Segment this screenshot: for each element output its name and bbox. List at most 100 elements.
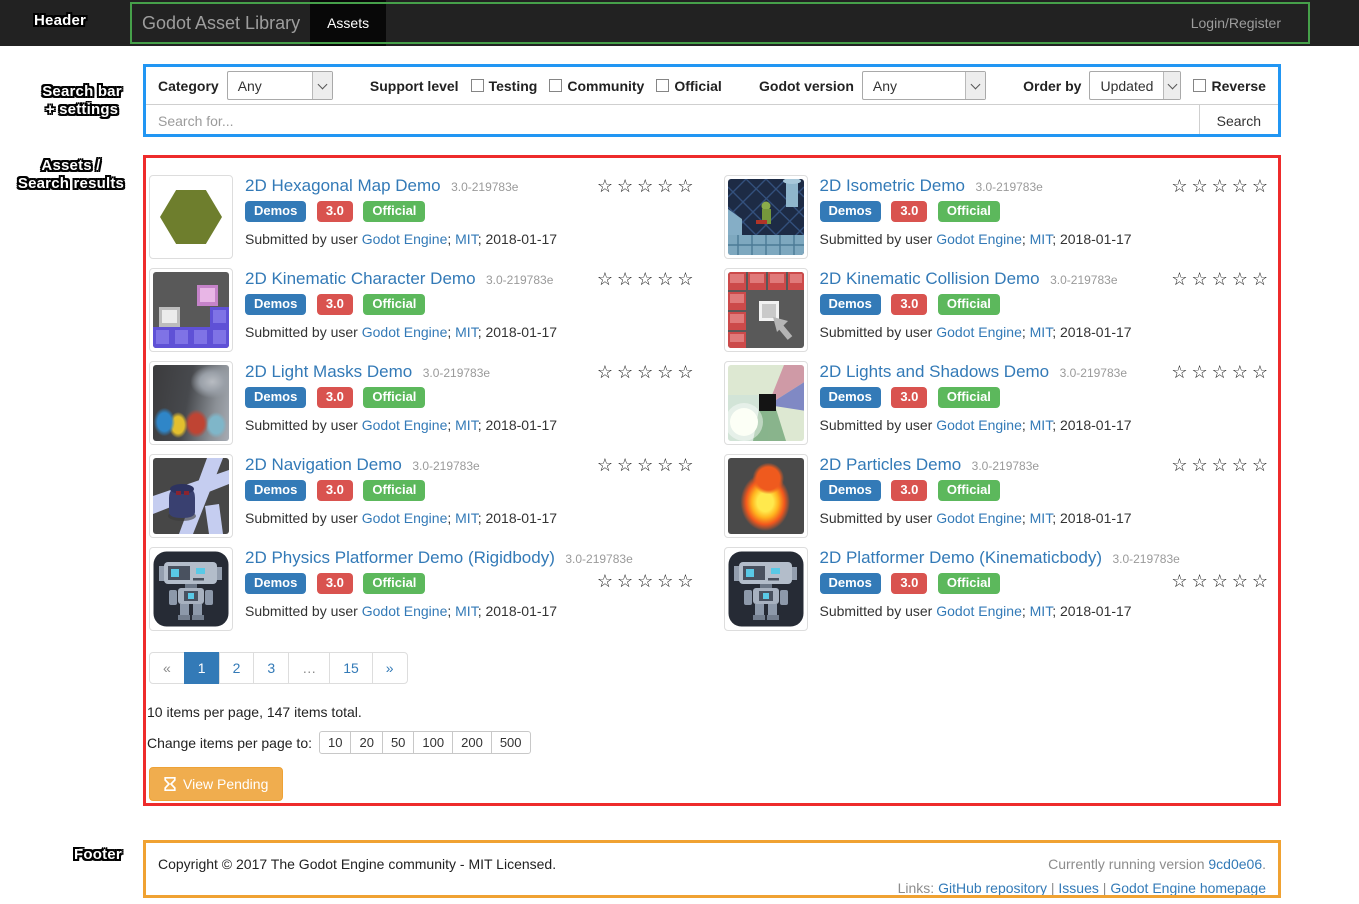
category-badge[interactable]: Demos [820,480,881,501]
category-badge[interactable]: Demos [245,387,306,408]
pagination-page-15[interactable]: 15 [329,652,373,684]
license-link[interactable]: MIT [455,417,478,433]
category-badge[interactable]: Demos [245,480,306,501]
godot-version-select[interactable]: Any [862,71,986,100]
asset-title-link[interactable]: 2D Kinematic Character Demo [245,269,476,288]
brand-link[interactable]: Godot Asset Library [142,0,300,46]
asset-title-link[interactable]: 2D Light Masks Demo [245,362,412,381]
asset-thumbnail-link[interactable] [149,268,233,352]
asset-thumbnail-link[interactable] [149,361,233,445]
asset-title-link[interactable]: 2D Platformer Demo (Kinematicbody) [820,548,1102,567]
submitter-link[interactable]: Godot Engine [936,417,1022,433]
view-pending-button[interactable]: View Pending [149,767,283,801]
version-badge[interactable]: 3.0 [891,480,927,501]
asset-title-link[interactable]: 2D Lights and Shadows Demo [820,362,1050,381]
category-select[interactable]: Any [227,71,333,100]
category-badge[interactable]: Demos [245,573,306,594]
per-page-10-button[interactable]: 10 [319,731,351,754]
per-page-500-button[interactable]: 500 [491,731,531,754]
category-badge[interactable]: Demos [820,294,881,315]
category-badge[interactable]: Demos [245,201,306,222]
submitter-link[interactable]: Godot Engine [936,324,1022,340]
version-badge[interactable]: 3.0 [317,201,353,222]
tab-assets[interactable]: Assets [310,0,386,46]
license-link[interactable]: MIT [1030,324,1053,340]
asset-thumbnail-link[interactable] [724,175,808,259]
pagination-page-1[interactable]: 1 [184,652,220,684]
submitter-link[interactable]: Godot Engine [362,324,448,340]
support-badge[interactable]: Official [363,573,425,594]
pagination-prev[interactable]: « [149,652,185,684]
community-checkbox[interactable] [549,79,562,92]
pagination-page-2[interactable]: 2 [219,652,255,684]
license-link[interactable]: MIT [455,231,478,247]
submitted-prefix: Submitted by user [820,603,933,619]
license-link[interactable]: MIT [1030,231,1053,247]
submitter-link[interactable]: Godot Engine [362,510,448,526]
license-link[interactable]: MIT [455,324,478,340]
support-badge[interactable]: Official [938,480,1000,501]
per-page-50-button[interactable]: 50 [382,731,414,754]
godot-homepage-link[interactable]: Godot Engine homepage [1110,880,1266,896]
search-input[interactable] [146,105,1199,137]
per-page-100-button[interactable]: 100 [413,731,453,754]
license-link[interactable]: MIT [455,510,478,526]
support-badge[interactable]: Official [363,201,425,222]
per-page-200-button[interactable]: 200 [452,731,492,754]
version-badge[interactable]: 3.0 [891,387,927,408]
support-badge[interactable]: Official [938,294,1000,315]
submitter-link[interactable]: Godot Engine [936,231,1022,247]
search-button[interactable]: Search [1199,105,1278,137]
license-link[interactable]: MIT [1030,510,1053,526]
submitter-link[interactable]: Godot Engine [362,417,448,433]
submitter-link[interactable]: Godot Engine [362,231,448,247]
testing-checkbox[interactable] [471,79,484,92]
submitter-link[interactable]: Godot Engine [936,510,1022,526]
asset-title-link[interactable]: 2D Isometric Demo [820,176,965,195]
github-repository-link[interactable]: GitHub repository [938,880,1047,896]
per-page-20-button[interactable]: 20 [350,731,382,754]
asset-thumbnail-link[interactable] [149,175,233,259]
license-link[interactable]: MIT [455,603,478,619]
issues-link[interactable]: Issues [1058,880,1098,896]
asset-thumbnail-link[interactable] [149,454,233,538]
asset-title-link[interactable]: 2D Kinematic Collision Demo [820,269,1040,288]
order-by-select[interactable]: Updated [1089,71,1181,100]
version-badge[interactable]: 3.0 [891,573,927,594]
category-badge[interactable]: Demos [245,294,306,315]
pagination-next[interactable]: » [372,652,408,684]
official-checkbox[interactable] [656,79,669,92]
submitter-link[interactable]: Godot Engine [936,603,1022,619]
version-badge[interactable]: 3.0 [891,294,927,315]
support-badge[interactable]: Official [363,480,425,501]
version-badge[interactable]: 3.0 [317,573,353,594]
version-badge[interactable]: 3.0 [317,480,353,501]
login-register-link[interactable]: Login/Register [1191,0,1281,46]
asset-thumbnail-link[interactable] [724,454,808,538]
version-badge[interactable]: 3.0 [891,201,927,222]
support-badge[interactable]: Official [363,387,425,408]
support-badge[interactable]: Official [938,573,1000,594]
asset-title-link[interactable]: 2D Hexagonal Map Demo [245,176,441,195]
support-badge[interactable]: Official [363,294,425,315]
asset-thumbnail-link[interactable] [724,361,808,445]
asset-thumbnail-link[interactable] [724,268,808,352]
asset-thumbnail-link[interactable] [724,547,808,631]
reverse-checkbox[interactable] [1193,79,1206,92]
pagination-page-3[interactable]: 3 [253,652,289,684]
running-version-link[interactable]: 9cd0e06 [1208,856,1262,872]
license-link[interactable]: MIT [1030,417,1053,433]
asset-title-link[interactable]: 2D Navigation Demo [245,455,402,474]
version-badge[interactable]: 3.0 [317,387,353,408]
category-badge[interactable]: Demos [820,573,881,594]
license-link[interactable]: MIT [1030,603,1053,619]
asset-title-link[interactable]: 2D Particles Demo [820,455,962,474]
support-badge[interactable]: Official [938,387,1000,408]
submitter-link[interactable]: Godot Engine [362,603,448,619]
support-badge[interactable]: Official [938,201,1000,222]
asset-title-link[interactable]: 2D Physics Platformer Demo (Rigidbody) [245,548,555,567]
category-badge[interactable]: Demos [820,387,881,408]
asset-thumbnail-link[interactable] [149,547,233,631]
category-badge[interactable]: Demos [820,201,881,222]
version-badge[interactable]: 3.0 [317,294,353,315]
